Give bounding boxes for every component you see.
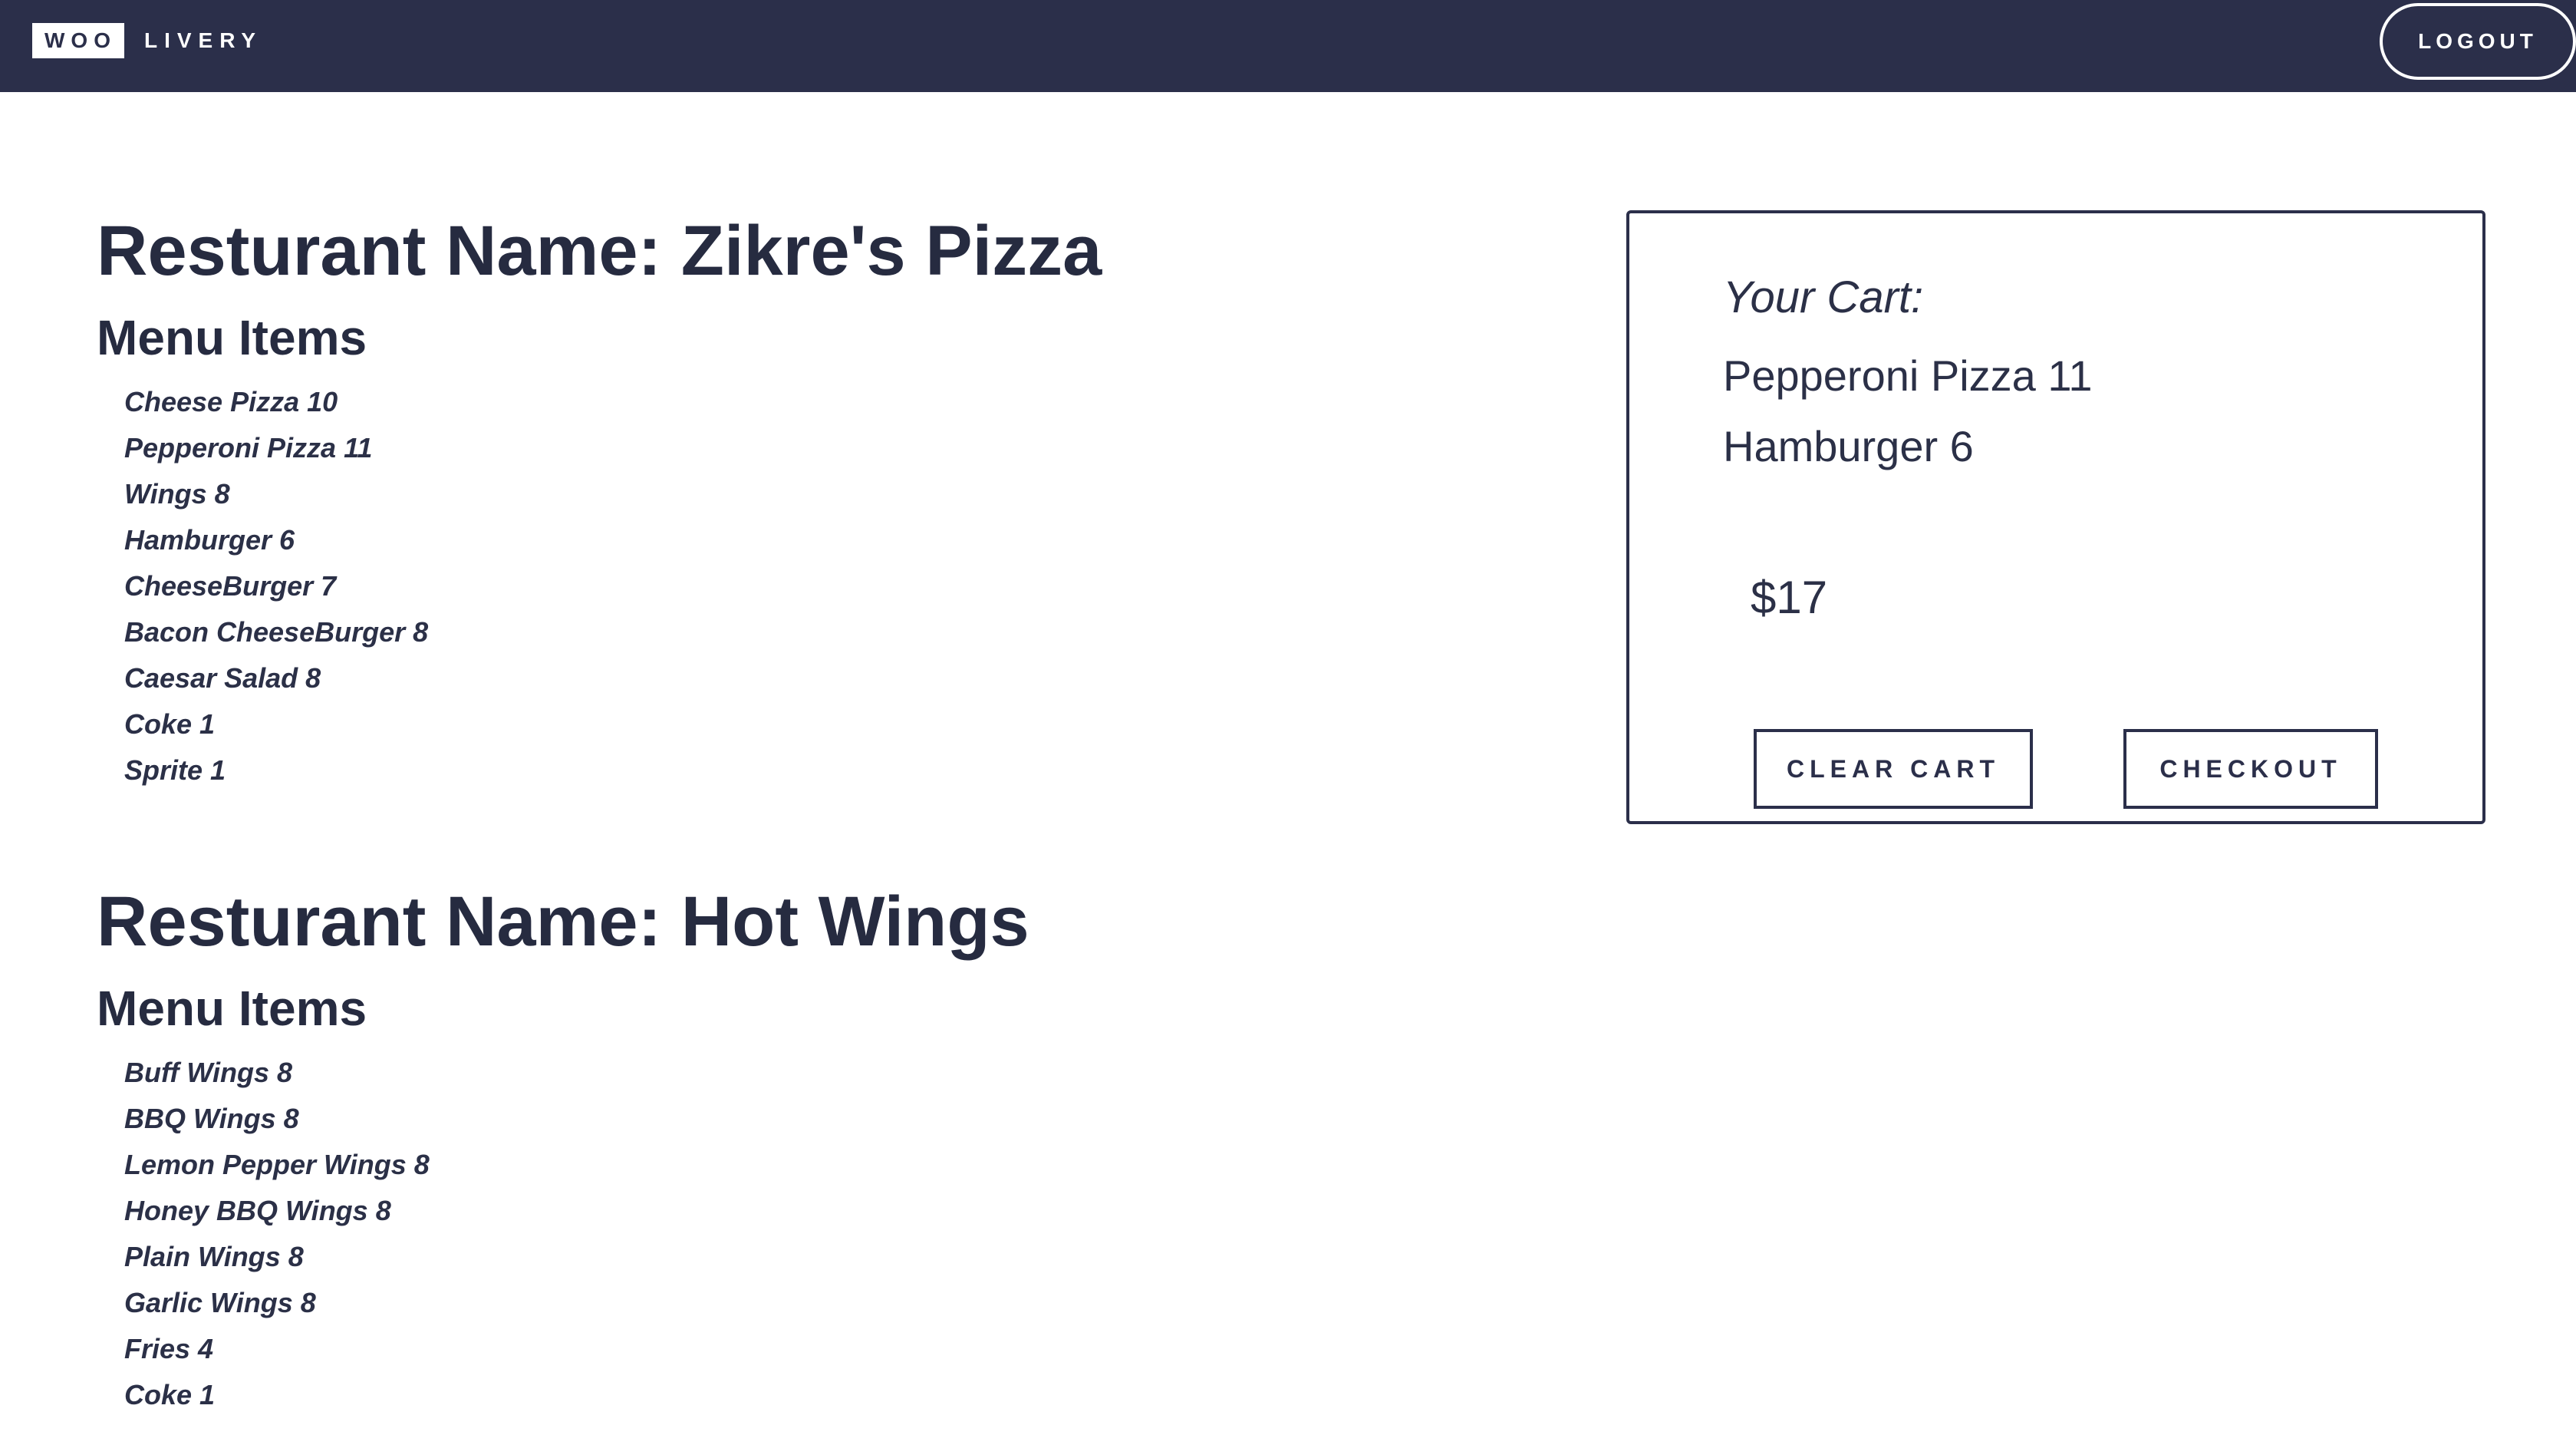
menu-items-heading: Menu Items xyxy=(97,310,367,365)
menu-item[interactable]: Honey BBQ Wings 8 xyxy=(124,1188,1029,1234)
brand-logo[interactable]: WOO LIVERY xyxy=(32,23,262,58)
menu-item[interactable]: Hamburger 6 xyxy=(124,517,1102,563)
menu-item[interactable]: Sprite 1 xyxy=(124,747,1102,793)
menu-item[interactable]: Garlic Wings 8 xyxy=(124,1280,1029,1326)
logout-button[interactable]: LOGOUT xyxy=(2380,3,2576,80)
clear-cart-button[interactable]: CLEAR CART xyxy=(1754,729,2033,809)
menu-item[interactable]: Buff Wings 8 xyxy=(124,1050,1029,1096)
brand-logo-box: WOO xyxy=(32,23,124,58)
menu-list: Cheese Pizza 10 Pepperoni Pizza 11 Wings… xyxy=(97,379,1102,793)
menu-item[interactable]: Bacon CheeseBurger 8 xyxy=(124,609,1102,655)
brand-logo-text: LIVERY xyxy=(144,28,263,52)
cart-item: Pepperoni Pizza 11 xyxy=(1723,351,2093,400)
restaurant-section-zikres-pizza: Resturant Name: Zikre's Pizza Menu Items… xyxy=(97,209,1102,793)
menu-item[interactable]: Caesar Salad 8 xyxy=(124,655,1102,701)
menu-item[interactable]: Coke 1 xyxy=(124,701,1102,747)
menu-item[interactable]: BBQ Wings 8 xyxy=(124,1096,1029,1142)
menu-item[interactable]: Lemon Pepper Wings 8 xyxy=(124,1142,1029,1188)
menu-item[interactable]: Plain Wings 8 xyxy=(124,1234,1029,1280)
menu-item[interactable]: Coke 1 xyxy=(124,1372,1029,1418)
menu-item[interactable]: CheeseBurger 7 xyxy=(124,563,1102,609)
cart-item-list: Pepperoni Pizza 11 Hamburger 6 xyxy=(1723,341,2093,482)
cart-item: Hamburger 6 xyxy=(1723,422,1974,470)
cart-panel: Your Cart: Pepperoni Pizza 11 Hamburger … xyxy=(1626,210,2485,824)
menu-item[interactable]: Wings 8 xyxy=(124,471,1102,517)
menu-item[interactable]: Fries 4 xyxy=(124,1326,1029,1372)
menu-item[interactable]: Pepperoni Pizza 11 xyxy=(124,425,1102,471)
menu-items-heading: Menu Items xyxy=(97,981,367,1036)
menu-list: Buff Wings 8 BBQ Wings 8 Lemon Pepper Wi… xyxy=(97,1050,1029,1418)
cart-title: Your Cart: xyxy=(1723,272,1924,322)
restaurant-section-hot-wings: Resturant Name: Hot Wings Menu Items Buf… xyxy=(97,879,1029,1418)
restaurant-title: Resturant Name: Hot Wings xyxy=(97,882,1029,961)
checkout-button[interactable]: CHECKOUT xyxy=(2123,729,2378,809)
cart-total: $17 xyxy=(1751,572,1828,623)
menu-item[interactable]: Cheese Pizza 10 xyxy=(124,379,1102,425)
top-navbar: WOO LIVERY LOGOUT xyxy=(0,0,2576,92)
restaurant-title: Resturant Name: Zikre's Pizza xyxy=(97,212,1102,290)
